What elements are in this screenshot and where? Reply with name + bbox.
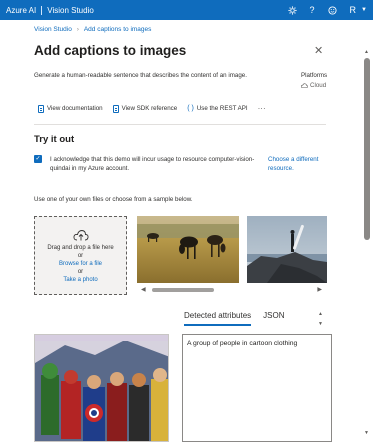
dropzone-or: or <box>77 253 84 259</box>
platforms-value: Cloud <box>301 82 327 89</box>
view-documentation-link[interactable]: View documentation <box>38 104 103 113</box>
scroll-right-icon[interactable]: ▶ <box>317 286 322 293</box>
selected-image-preview <box>34 334 169 442</box>
breadcrumb-root[interactable]: Vision Studio <box>34 26 72 33</box>
brand-separator <box>41 5 43 15</box>
sample-scrollbar[interactable]: ◀ ▶ <box>137 286 327 294</box>
acknowledge-text: I acknowledge that this demo will incur … <box>50 156 255 172</box>
question-icon[interactable]: ? <box>310 5 315 15</box>
more-options-icon[interactable]: ··· <box>258 104 266 113</box>
dropzone-text: Drag and drop a file here <box>47 245 114 251</box>
dropzone-or: or <box>77 269 84 275</box>
upload-icon <box>35 229 126 241</box>
view-sdk-reference-link[interactable]: View SDK reference <box>112 104 178 113</box>
chevron-right-icon: › <box>76 26 79 33</box>
platforms: Platforms Cloud <box>301 72 327 89</box>
brand-vision-studio: Vision Studio <box>47 5 94 15</box>
code-braces-icon: ( ) <box>187 105 194 112</box>
page-title: Add captions to images <box>34 43 187 58</box>
chevron-up-icon[interactable]: ▲ <box>364 49 369 55</box>
acknowledge-checkbox[interactable]: ✓ <box>34 155 42 163</box>
scroll-left-icon[interactable]: ◀ <box>141 286 146 293</box>
try-it-out-heading: Try it out <box>34 134 75 145</box>
chevron-down-icon[interactable]: ▼ <box>318 319 323 329</box>
chevron-up-icon[interactable]: ▲ <box>318 309 323 319</box>
view-documentation-label: View documentation <box>47 105 103 112</box>
use-own-files-text: Use one of your own files or choose from… <box>34 196 193 203</box>
cloud-icon <box>301 83 308 88</box>
platforms-cloud: Cloud <box>310 82 327 89</box>
take-photo-link[interactable]: Take a photo <box>35 276 126 284</box>
chevron-down-icon[interactable]: ▼ <box>364 430 369 436</box>
file-dropzone[interactable]: Drag and drop a file here or Browse for … <box>34 216 127 295</box>
use-rest-api-link[interactable]: ( ) Use the REST API <box>187 105 247 112</box>
result-tabs: Detected attributes JSON <box>184 311 285 326</box>
browse-file-link[interactable]: Browse for a file <box>35 260 126 268</box>
resource-links: View documentation View SDK reference ( … <box>38 104 266 113</box>
gear-icon[interactable] <box>287 5 297 15</box>
smiley-icon[interactable] <box>327 5 337 15</box>
document-icon <box>38 104 44 113</box>
account-icon[interactable]: R <box>350 5 357 15</box>
close-icon[interactable]: ✕ <box>314 44 323 57</box>
scrollbar-thumb[interactable] <box>364 58 370 240</box>
brand[interactable]: Azure AI Vision Studio <box>0 5 94 15</box>
scrollbar-thumb[interactable] <box>152 288 214 292</box>
top-bar: Azure AI Vision Studio ? R ▼ <box>0 0 373 20</box>
page-description: Generate a human-readable sentence that … <box>34 72 247 79</box>
view-sdk-reference-label: View SDK reference <box>121 105 178 112</box>
breadcrumb: Vision Studio › Add captions to images <box>34 26 151 33</box>
tab-scroll-arrows[interactable]: ▲ ▼ <box>318 309 323 329</box>
brand-azure-ai: Azure AI <box>6 5 37 15</box>
sample-image-surfer[interactable] <box>247 216 327 283</box>
breadcrumb-current[interactable]: Add captions to images <box>84 26 152 33</box>
sample-image-cows[interactable] <box>137 216 239 283</box>
chevron-down-icon[interactable]: ▼ <box>361 7 367 13</box>
caption-result: A group of people in cartoon clothing <box>182 334 332 442</box>
tab-detected-attributes[interactable]: Detected attributes <box>184 311 252 326</box>
divider <box>34 124 326 125</box>
document-icon <box>112 104 119 113</box>
tab-json[interactable]: JSON <box>263 311 284 326</box>
topbar-icons: ? R ▼ <box>287 0 367 20</box>
page-scrollbar[interactable]: ▲ ▼ <box>361 20 373 442</box>
platforms-label: Platforms <box>301 72 328 79</box>
choose-resource-link[interactable]: Choose a different resource. <box>268 155 330 173</box>
use-rest-api-label: Use the REST API <box>196 105 248 112</box>
